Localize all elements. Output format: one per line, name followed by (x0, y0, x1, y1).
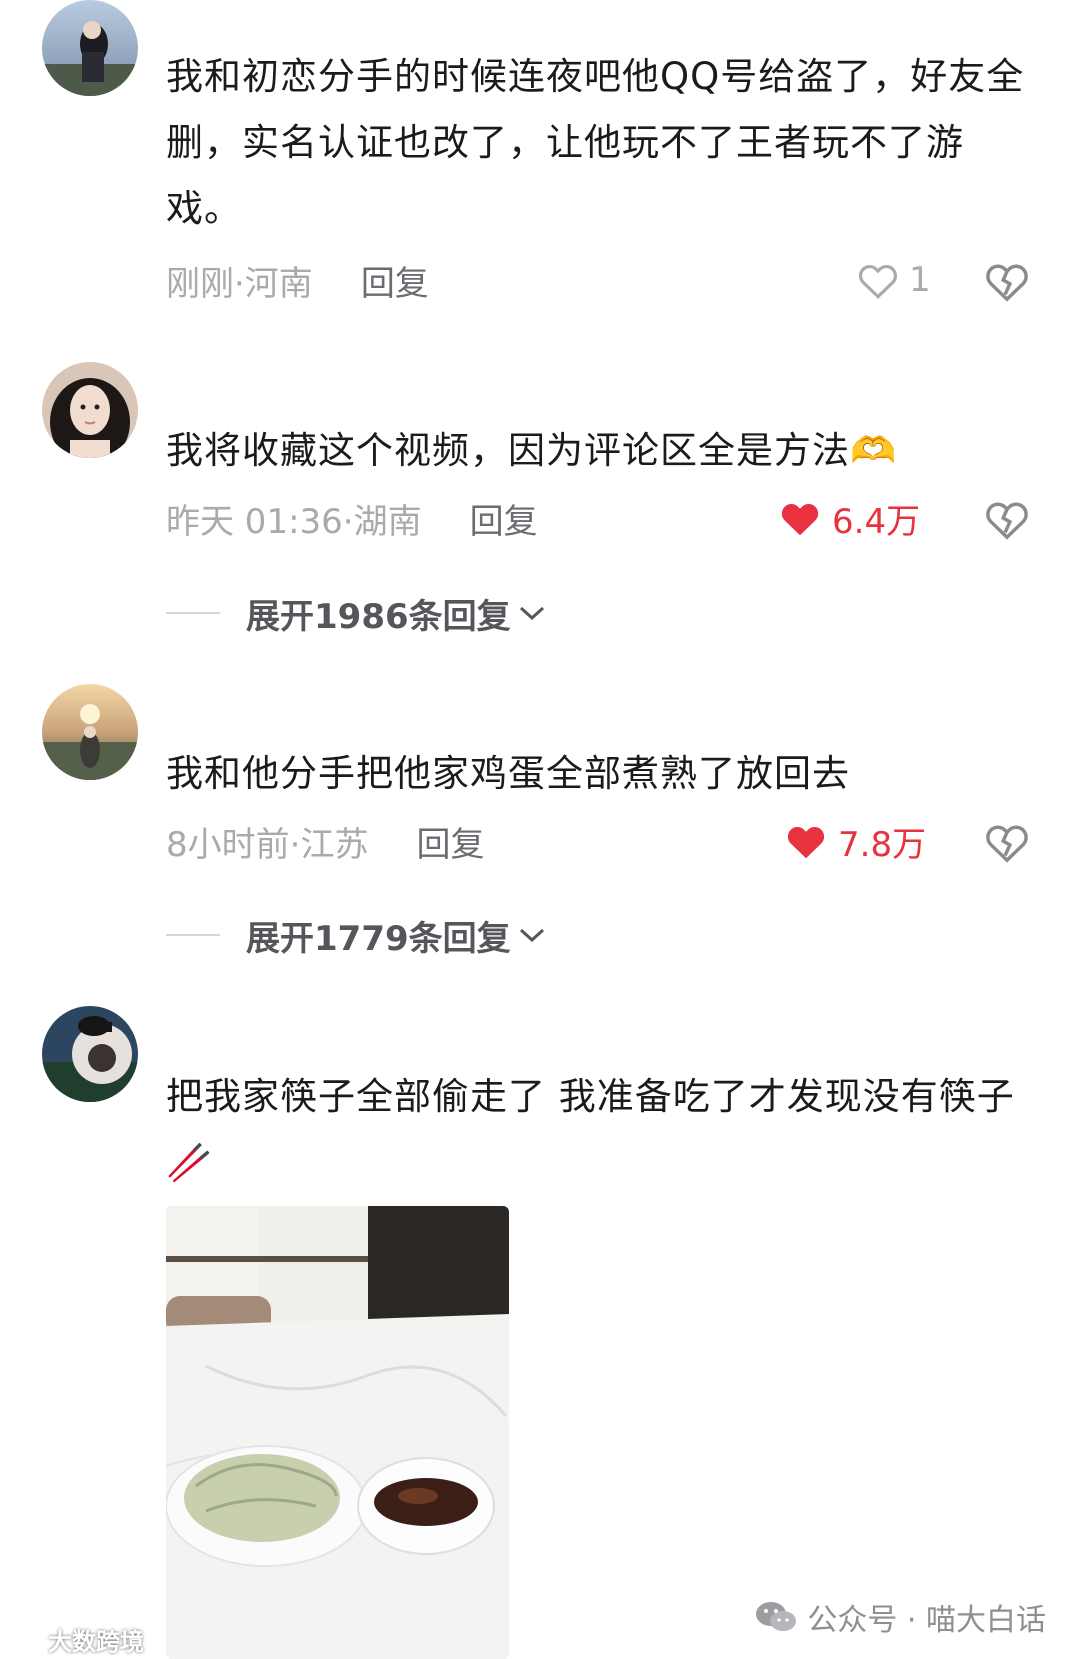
comment-text: 把我家筷子全部偷走了 我准备吃了才发现没有筷子🥢 (166, 1075, 1015, 1184)
reply-button[interactable]: 回复 (416, 817, 484, 866)
expand-replies-button[interactable]: 展开1779条回复 (166, 910, 547, 960)
watermark-text: 公众号 · 喵大白话 (807, 1603, 1046, 1638)
broken-heart-icon[interactable] (984, 258, 1030, 304)
comment-meta: 刚刚·河南 回复 (166, 255, 429, 305)
avatar[interactable] (42, 0, 138, 96)
avatar[interactable] (42, 684, 138, 780)
chopsticks-emoji: 🥢 (166, 1141, 214, 1184)
wechat-icon (756, 1602, 797, 1631)
expand-replies-button[interactable]: 展开1986条回复 (166, 588, 547, 638)
broken-heart-icon[interactable] (984, 819, 1030, 865)
divider (166, 934, 220, 936)
expand-label: 展开1986条回复 (246, 596, 511, 637)
like-button[interactable]: 6.4万 (778, 493, 920, 543)
heart-filled-icon (787, 827, 825, 859)
watermark-official-account: 公众号 · 喵大白话 (755, 1595, 1046, 1639)
avatar[interactable] (42, 362, 138, 458)
divider (166, 612, 220, 614)
like-count: 6.4万 (832, 501, 921, 542)
heart-outline-icon (858, 264, 898, 299)
comment-photo[interactable] (166, 1206, 509, 1659)
like-count: 7.8万 (838, 824, 927, 865)
chevron-down-icon (519, 928, 544, 943)
like-button[interactable]: 1 (857, 255, 931, 305)
heart-hands-emoji: 🫶 (850, 429, 898, 472)
brand-logo-icon (6, 1630, 40, 1649)
chevron-down-icon (519, 606, 544, 621)
like-button[interactable]: 7.8万 (784, 816, 926, 866)
watermark-brand: 大数跨境 (6, 1622, 144, 1657)
like-count: 1 (909, 260, 931, 300)
watermark-text: 大数跨境 (48, 1628, 144, 1656)
comment-text: 我将收藏这个视频，因为评论区全是方法🫶 (166, 429, 898, 472)
comment-text: 我和他分手把他家鸡蛋全部煮熟了放回去 (166, 752, 850, 795)
time-location: 8小时前·江苏 (166, 824, 369, 865)
comment-meta: 昨天 01:36·湖南 回复 (166, 493, 538, 543)
reply-button[interactable]: 回复 (470, 494, 538, 543)
broken-heart-icon[interactable] (984, 496, 1030, 542)
comment-meta: 8小时前·江苏 回复 (166, 816, 484, 866)
reply-button[interactable]: 回复 (361, 256, 429, 305)
avatar[interactable] (42, 1006, 138, 1102)
heart-filled-icon (781, 504, 819, 536)
time-location: 刚刚·河南 (166, 263, 313, 304)
comment-text: 我和初恋分手的时候连夜吧他QQ号给盗了，好友全删，实名认证也改了，让他玩不了王者… (166, 55, 1025, 230)
time-location: 昨天 01:36·湖南 (166, 501, 422, 542)
expand-label: 展开1779条回复 (246, 918, 511, 959)
